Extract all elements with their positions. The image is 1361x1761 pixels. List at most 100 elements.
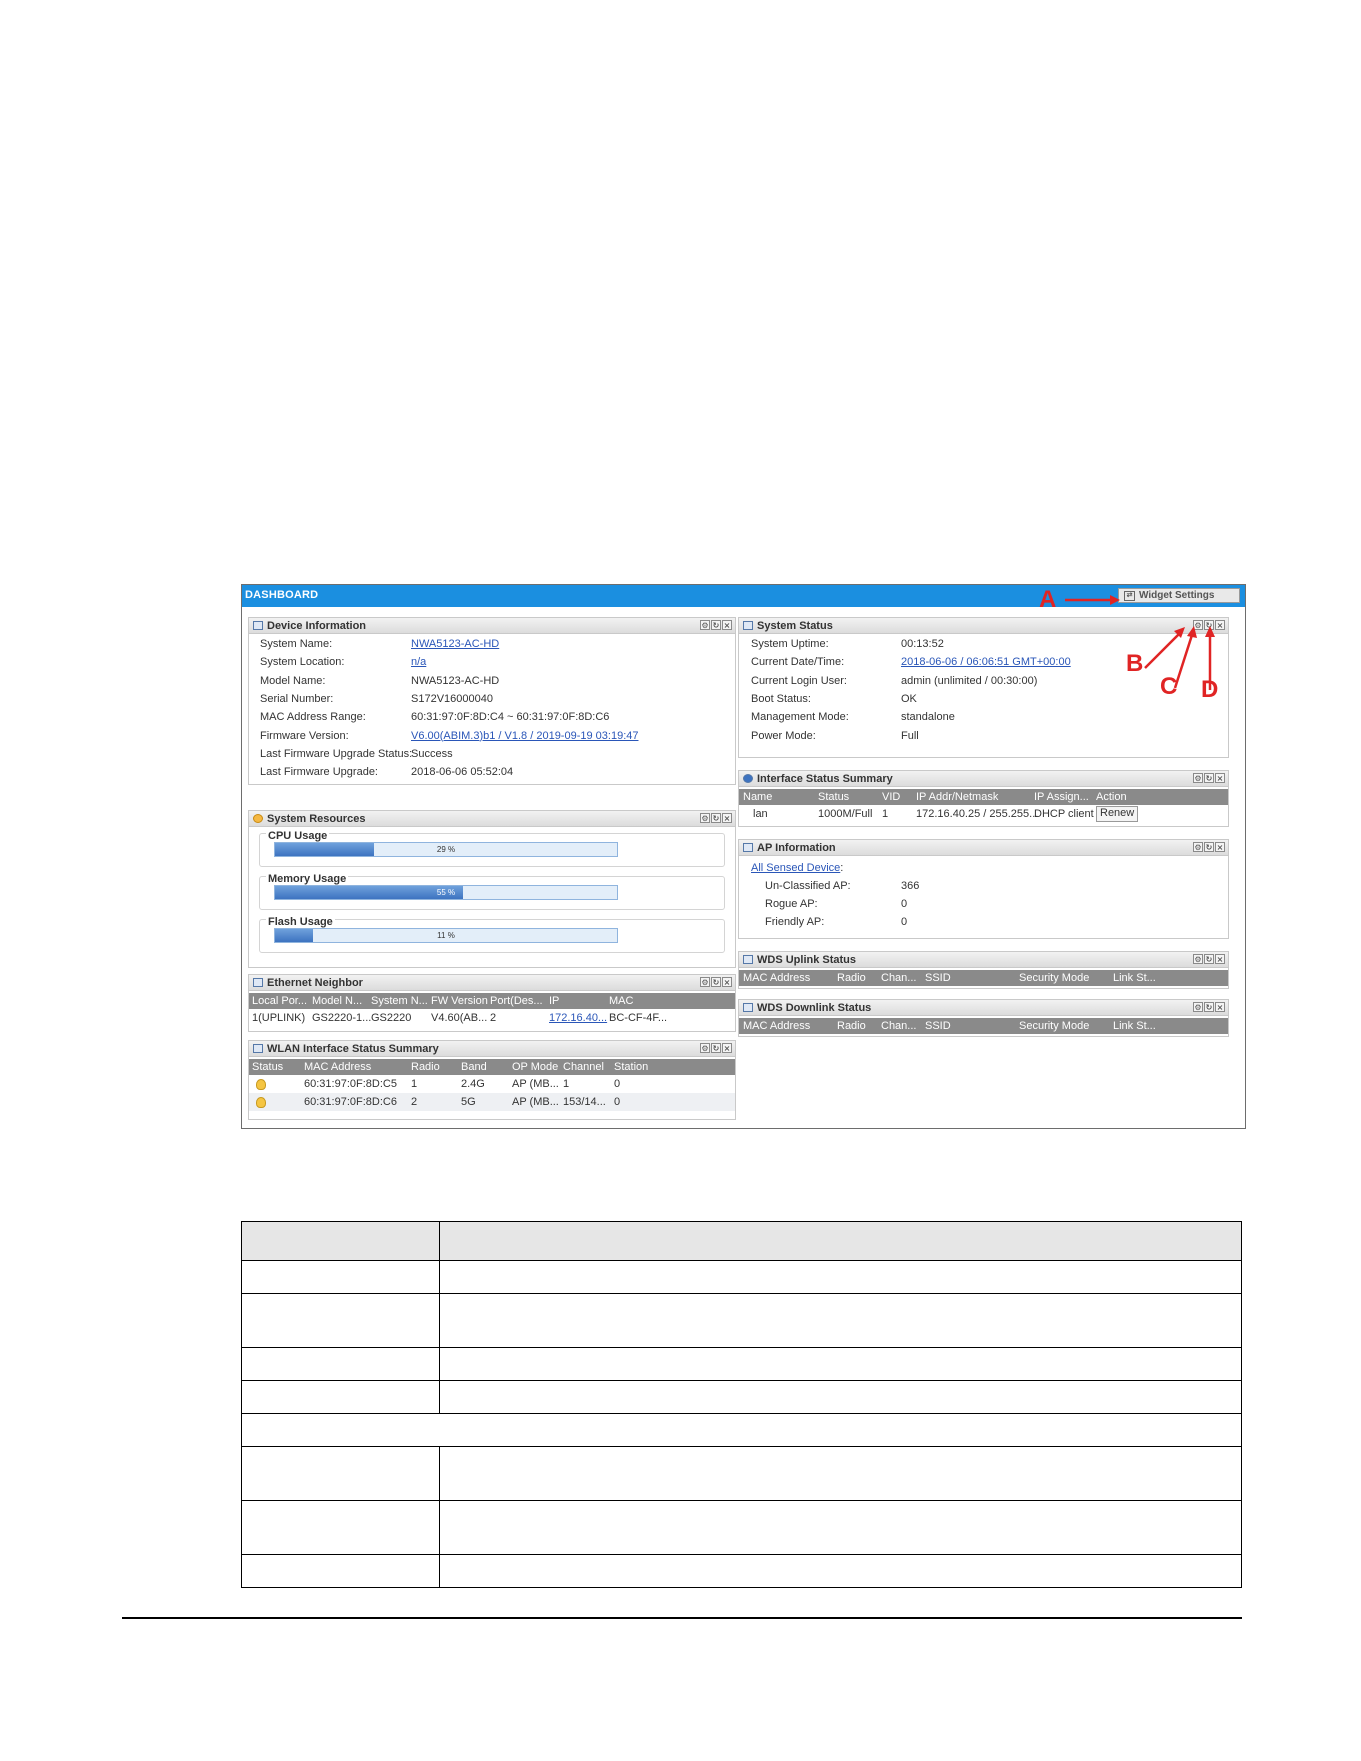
- row-value-link[interactable]: NWA5123-AC-HD: [411, 638, 499, 650]
- column-header[interactable]: Radio: [837, 1018, 866, 1034]
- system-resources-title: System Resources: [267, 813, 366, 825]
- column-header[interactable]: Security Mode: [1019, 970, 1089, 986]
- column-header[interactable]: Security Mode: [1019, 1018, 1089, 1034]
- ethernet-neighbor-header: Local Por... Model N... System N... FW Vers…: [249, 993, 735, 1009]
- table-cell: 2: [411, 1096, 418, 1108]
- interface-status-title: Interface Status Summary: [757, 773, 893, 785]
- refresh-icon[interactable]: ↻: [1204, 954, 1214, 964]
- close-icon[interactable]: ×: [722, 1043, 732, 1053]
- close-icon[interactable]: ×: [1215, 954, 1225, 964]
- row-value-link[interactable]: n/a: [411, 656, 426, 668]
- table-row[interactable]: lan 1000M/Full 1 172.16.40.25 / 255.255... D…: [739, 805, 1228, 823]
- column-header[interactable]: MAC Address: [304, 1059, 371, 1075]
- column-header[interactable]: MAC Address: [743, 1018, 810, 1034]
- row-label: Management Mode:: [751, 711, 849, 724]
- footer-divider: [122, 1617, 1242, 1619]
- refresh-icon[interactable]: ↻: [711, 620, 721, 630]
- column-header[interactable]: Link St...: [1113, 1018, 1156, 1034]
- column-header[interactable]: IP Assign...: [1034, 789, 1089, 805]
- refresh-icon[interactable]: ↻: [1204, 773, 1214, 783]
- table-cell: [241, 1500, 440, 1555]
- refresh-icon[interactable]: ↻: [1204, 1002, 1214, 1012]
- column-header[interactable]: Status: [818, 789, 849, 805]
- column-header[interactable]: Radio: [837, 970, 866, 986]
- table-cell: [439, 1260, 1242, 1294]
- table-cell: 153/14...: [563, 1096, 606, 1108]
- row-value: standalone: [901, 711, 955, 724]
- pie-chart-icon: [253, 814, 263, 823]
- column-header[interactable]: SSID: [925, 970, 951, 986]
- neighbor-ip-link[interactable]: 172.16.40...: [549, 1009, 607, 1027]
- wlan-status-panel: WLAN Interface Status Summary ⚙ ↻ × Stat…: [248, 1040, 736, 1120]
- table-cell: [241, 1347, 440, 1381]
- column-header[interactable]: Chan...: [881, 970, 916, 986]
- close-icon[interactable]: ×: [722, 813, 732, 823]
- cpu-usage-group: CPU Usage 29 %: [259, 830, 725, 867]
- column-header[interactable]: Name: [743, 789, 772, 805]
- refresh-icon[interactable]: ↻: [1204, 842, 1214, 852]
- settings-icon[interactable]: ⚙: [1193, 954, 1203, 964]
- renew-button[interactable]: Renew: [1096, 806, 1139, 822]
- wds-downlink-title: WDS Downlink Status: [757, 1002, 872, 1014]
- close-icon[interactable]: ×: [1215, 773, 1225, 783]
- column-header[interactable]: MAC Address: [743, 970, 810, 986]
- settings-icon[interactable]: ⚙: [1193, 842, 1203, 852]
- column-header[interactable]: Status: [252, 1059, 283, 1075]
- row-label: Serial Number:: [260, 692, 334, 705]
- row-value: 00:13:52: [901, 638, 944, 650]
- table-row[interactable]: 60:31:97:0F:8D:C5 1 2.4G AP (MB... 1 0: [249, 1075, 735, 1093]
- column-header[interactable]: System N...: [371, 993, 428, 1009]
- column-header[interactable]: Station: [614, 1059, 648, 1075]
- close-icon[interactable]: ×: [1215, 842, 1225, 852]
- system-resources-panel: System Resources ⚙ ↻ × CPU Usage 29 % Me…: [248, 810, 736, 968]
- close-icon[interactable]: ×: [1215, 1002, 1225, 1012]
- table-cell: GS2220: [371, 1012, 412, 1024]
- settings-icon[interactable]: ⚙: [700, 813, 710, 823]
- memory-usage-text: 55 %: [436, 888, 456, 897]
- column-header[interactable]: Action: [1096, 789, 1127, 805]
- row-value-link[interactable]: V6.00(ABIM.3)b1 / V1.8 / 2019-09-19 03:1…: [411, 730, 638, 742]
- settings-icon[interactable]: ⚙: [700, 1043, 710, 1053]
- table-cell: GS2220-1...: [312, 1012, 372, 1024]
- system-status-icon: [743, 621, 753, 630]
- column-header[interactable]: IP Addr/Netmask: [916, 789, 998, 805]
- column-header[interactable]: Radio: [411, 1059, 440, 1075]
- column-header[interactable]: FW Version: [431, 993, 488, 1009]
- table-row: [241, 1347, 1242, 1381]
- column-header[interactable]: MAC: [609, 993, 633, 1009]
- refresh-icon[interactable]: ↻: [711, 813, 721, 823]
- table-cell: AP (MB...: [512, 1096, 559, 1108]
- device-info-icon: [253, 621, 263, 630]
- table-row[interactable]: 60:31:97:0F:8D:C6 2 5G AP (MB... 153/14... 0: [249, 1093, 735, 1111]
- column-header[interactable]: Channel: [563, 1059, 604, 1075]
- close-icon[interactable]: ×: [722, 620, 732, 630]
- column-header[interactable]: SSID: [925, 1018, 951, 1034]
- column-header[interactable]: IP: [549, 993, 559, 1009]
- table-cell: [241, 1380, 440, 1414]
- column-header[interactable]: VID: [882, 789, 900, 805]
- column-header[interactable]: Chan...: [881, 1018, 916, 1034]
- settings-icon[interactable]: ⚙: [1193, 1002, 1203, 1012]
- table-cell: [439, 1221, 1242, 1261]
- close-icon[interactable]: ×: [722, 977, 732, 987]
- settings-icon[interactable]: ⚙: [1193, 773, 1203, 783]
- table-section-row: [241, 1413, 1242, 1447]
- column-header[interactable]: Port(Des...: [490, 993, 543, 1009]
- settings-icon[interactable]: ⚙: [700, 977, 710, 987]
- wlan-status-title: WLAN Interface Status Summary: [267, 1043, 439, 1055]
- column-header[interactable]: Band: [461, 1059, 487, 1075]
- column-header[interactable]: OP Mode: [512, 1059, 558, 1075]
- column-header[interactable]: Model N...: [312, 993, 362, 1009]
- ap-information-panel: AP Information ⚙ ↻ × All Sensed Device: …: [738, 839, 1229, 939]
- column-header[interactable]: Local Por...: [252, 993, 307, 1009]
- row-label: Last Firmware Upgrade Status:: [260, 747, 413, 760]
- settings-icon[interactable]: ⚙: [700, 620, 710, 630]
- row-label: System Name:: [260, 638, 333, 650]
- column-header[interactable]: Link St...: [1113, 970, 1156, 986]
- refresh-icon[interactable]: ↻: [711, 1043, 721, 1053]
- table-row[interactable]: 1(UPLINK) GS2220-1... GS2220 V4.60(AB... 2 17…: [249, 1009, 735, 1027]
- all-sensed-device-link[interactable]: All Sensed Device: [751, 862, 840, 874]
- row-label: System Uptime:: [751, 638, 829, 650]
- refresh-icon[interactable]: ↻: [711, 977, 721, 987]
- table-cell: [241, 1221, 440, 1261]
